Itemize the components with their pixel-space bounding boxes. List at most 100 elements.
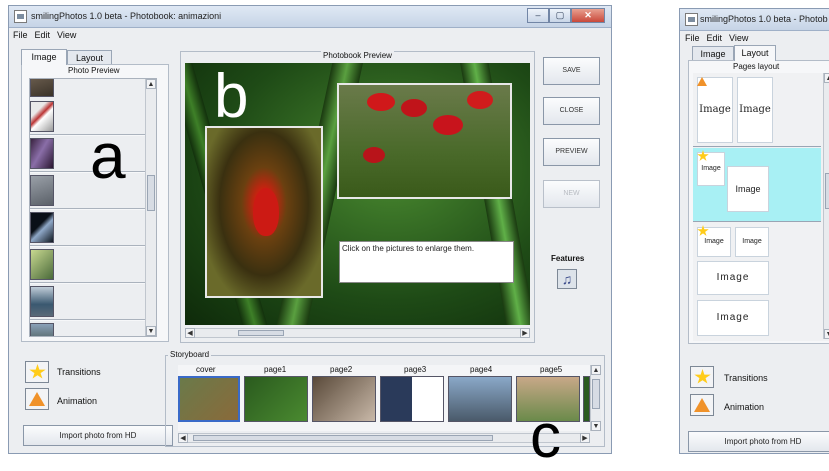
list-item[interactable] (30, 99, 145, 135)
photo-preview-panel: Photo Preview ▲ ▼ (21, 64, 169, 342)
scroll-thumb[interactable] (592, 379, 600, 409)
scroll-up-arrow[interactable]: ▲ (591, 365, 601, 375)
pages-layout-title: Pages layout (731, 62, 782, 71)
poppy (401, 99, 427, 117)
photo-thumbnail[interactable] (30, 249, 54, 280)
triangle-icon (697, 77, 707, 86)
red-leaf-shape (253, 188, 279, 236)
photo-thumbnail[interactable] (30, 138, 54, 169)
menu-view[interactable]: View (57, 28, 76, 42)
storyboard-title: Storyboard (168, 350, 212, 359)
scroll-left-arrow[interactable]: ◀ (178, 433, 188, 443)
list-item[interactable] (30, 247, 145, 283)
animation-toggle[interactable] (25, 388, 49, 410)
menu-bar: File Edit View (9, 28, 611, 42)
storyboard-page-cover[interactable] (178, 376, 240, 422)
photo-list-scrollbar[interactable]: ▲ ▼ (145, 79, 156, 336)
tab-image[interactable]: Image (21, 49, 67, 65)
window-title: smilingPhotos 1.0 beta - Photob (700, 14, 828, 24)
storyboard-label-page1: page1 (264, 365, 287, 374)
tab-layout[interactable]: Layout (67, 50, 112, 65)
scroll-thumb[interactable] (193, 435, 493, 441)
layout-list[interactable]: Image Image Image Image Image Image Imag… (693, 73, 829, 341)
photo-thumbnail[interactable] (30, 175, 54, 206)
preview-photo-leaf[interactable] (205, 126, 323, 298)
main-window: smilingPhotos 1.0 beta - Photobook: anim… (8, 5, 612, 454)
layout-cell: Image (737, 77, 773, 143)
poppy (433, 115, 463, 135)
title-bar: smilingPhotos 1.0 beta - Photobook: anim… (9, 6, 611, 28)
photo-thumbnail[interactable] (30, 286, 54, 317)
storyboard-label-cover: cover (196, 365, 216, 374)
scroll-down-arrow[interactable]: ▼ (824, 329, 829, 339)
save-button[interactable]: SAVE (543, 57, 600, 85)
music-features-icon[interactable]: ♫ (557, 269, 577, 289)
close-window-button[interactable]: ✕ (571, 8, 605, 23)
list-item[interactable] (30, 136, 145, 172)
close-button[interactable]: CLOSE (543, 97, 600, 125)
storyboard-page-page4[interactable] (448, 376, 512, 422)
scroll-right-arrow[interactable]: ▶ (580, 433, 590, 443)
tab-layout[interactable]: Layout (734, 45, 776, 61)
photo-thumbnail[interactable] (30, 101, 54, 132)
scroll-up-arrow[interactable]: ▲ (824, 73, 829, 83)
import-photo-button[interactable]: Import photo from HD (688, 431, 829, 452)
scroll-up-arrow[interactable]: ▲ (146, 79, 156, 89)
transitions-toggle[interactable] (690, 366, 714, 388)
preview-photo-poppies[interactable] (337, 83, 512, 199)
menu-edit[interactable]: Edit (707, 31, 723, 45)
transitions-label: Transitions (57, 367, 101, 377)
scroll-right-arrow[interactable]: ▶ (520, 328, 530, 338)
poppy (467, 91, 493, 109)
new-button[interactable]: NEW (543, 180, 600, 208)
storyboard-horizontal-scrollbar[interactable]: ◀ ▶ (178, 433, 590, 443)
storyboard-page-page1[interactable] (244, 376, 308, 422)
layout-cell: Image (727, 166, 769, 212)
layout-cell: Image (697, 261, 769, 295)
preview-horizontal-scrollbar[interactable]: ◀ ▶ (185, 328, 530, 338)
layout-option[interactable]: Image Image Image Image (693, 223, 821, 341)
list-item[interactable] (30, 210, 145, 246)
scroll-down-arrow[interactable]: ▼ (146, 326, 156, 336)
preview-button[interactable]: PREVIEW (543, 138, 600, 166)
scroll-down-arrow[interactable]: ▼ (591, 421, 601, 431)
menu-file[interactable]: File (13, 28, 28, 42)
layout-cell-label: Image (704, 238, 724, 245)
photo-list[interactable]: ▲ ▼ (29, 78, 157, 337)
photo-thumbnail[interactable] (30, 323, 54, 336)
photo-thumbnail[interactable] (30, 212, 54, 243)
storyboard-page-page3[interactable] (380, 376, 444, 422)
list-item[interactable] (30, 173, 145, 209)
scroll-thumb[interactable] (147, 175, 155, 211)
scroll-left-arrow[interactable]: ◀ (185, 328, 195, 338)
menu-file[interactable]: File (685, 31, 700, 45)
layout-cell-label: Image (735, 184, 761, 194)
layout-cell-label: Image (739, 104, 771, 115)
scroll-thumb[interactable] (238, 330, 284, 336)
layout-window: smilingPhotos 1.0 beta - Photob File Edi… (679, 8, 829, 454)
storyboard-vertical-scrollbar[interactable]: ▲ ▼ (590, 365, 601, 431)
tab-image[interactable]: Image (692, 46, 734, 61)
layout-option[interactable]: Image Image (693, 73, 821, 147)
transitions-toggle[interactable] (25, 361, 49, 383)
storyboard-page-page2[interactable] (312, 376, 376, 422)
storyboard-label-page4: page4 (470, 365, 493, 374)
animation-toggle[interactable] (690, 394, 714, 416)
photo-thumbnail[interactable] (30, 79, 54, 97)
preview-caption-box: Click on the pictures to enlarge them. (339, 241, 514, 283)
import-photo-button[interactable]: Import photo from HD (23, 425, 173, 446)
menu-edit[interactable]: Edit (35, 28, 51, 42)
annotation-a: a (90, 120, 126, 192)
list-item[interactable] (30, 321, 145, 336)
scroll-thumb[interactable] (825, 173, 829, 209)
triangle-icon (29, 392, 45, 406)
maximize-button[interactable]: ▢ (549, 8, 571, 23)
layout-list-scrollbar[interactable]: ▲ ▼ (823, 73, 829, 339)
layout-cell-label: Image (716, 312, 750, 323)
menu-view[interactable]: View (729, 31, 748, 45)
list-item[interactable] (30, 284, 145, 320)
pages-layout-panel: Pages layout Image Image Image Image Ima… (688, 60, 829, 344)
layout-option-selected[interactable]: Image Image (693, 148, 821, 222)
minimize-button[interactable]: – (527, 8, 549, 23)
storyboard-page-next[interactable] (583, 376, 590, 422)
